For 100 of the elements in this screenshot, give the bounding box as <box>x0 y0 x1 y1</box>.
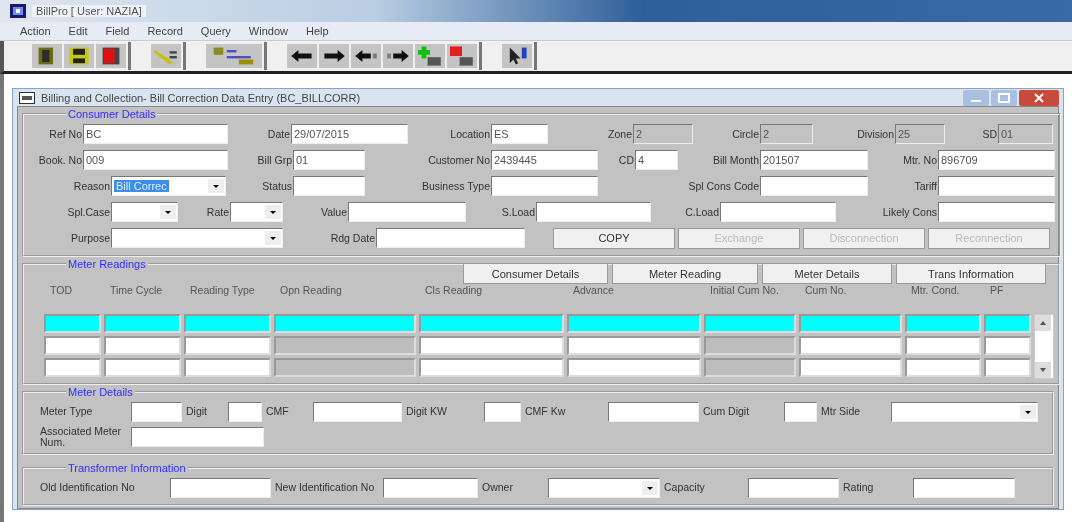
first-record-icon[interactable] <box>351 44 381 68</box>
section-button[interactable]: Meter Details <box>762 263 892 284</box>
input-field[interactable]: 01 <box>998 124 1053 144</box>
input-field[interactable]: 201507 <box>760 150 868 170</box>
list-icon[interactable] <box>206 44 262 68</box>
action-button[interactable]: COPY <box>553 227 675 249</box>
table-cell[interactable] <box>274 336 416 355</box>
input-field[interactable] <box>913 477 1015 498</box>
dropdown-field[interactable] <box>891 401 1038 422</box>
table-cell[interactable] <box>905 314 981 333</box>
input-field[interactable] <box>170 477 271 498</box>
input-field[interactable] <box>608 401 699 422</box>
section-button[interactable]: Meter Reading <box>612 263 758 284</box>
table-cell[interactable] <box>274 358 416 377</box>
menu-item[interactable]: Action <box>14 25 63 37</box>
input-field[interactable] <box>131 401 182 422</box>
stop-icon[interactable] <box>96 44 126 68</box>
delete-record-icon[interactable] <box>447 44 477 68</box>
table-cell[interactable] <box>984 314 1031 333</box>
input-field[interactable] <box>748 477 839 498</box>
input-field[interactable] <box>536 202 651 222</box>
input-field[interactable]: ES <box>491 124 548 144</box>
table-cell[interactable] <box>44 336 101 355</box>
table-cell[interactable] <box>44 358 101 377</box>
table-cell[interactable] <box>704 358 796 377</box>
input-field[interactable]: 01 <box>293 150 365 170</box>
input-field[interactable] <box>348 202 466 222</box>
arrow-right-icon[interactable] <box>319 44 349 68</box>
input-field[interactable] <box>938 176 1055 196</box>
input-field[interactable] <box>938 202 1055 222</box>
table-cell[interactable] <box>104 358 181 377</box>
dropdown-field[interactable] <box>111 202 178 222</box>
menu-item[interactable]: Record <box>141 25 195 37</box>
table-cell[interactable] <box>984 358 1031 377</box>
input-field[interactable]: 25 <box>895 124 945 144</box>
input-field[interactable] <box>131 426 264 447</box>
table-cell[interactable] <box>567 358 701 377</box>
input-field[interactable] <box>228 401 262 422</box>
input-field[interactable]: 896709 <box>938 150 1055 170</box>
input-field[interactable] <box>760 176 868 196</box>
table-cell[interactable] <box>104 336 181 355</box>
input-field[interactable] <box>720 202 836 222</box>
dropdown-field[interactable] <box>111 228 283 248</box>
table-cell[interactable] <box>799 336 902 355</box>
table-cell[interactable] <box>567 314 701 333</box>
table-cell[interactable] <box>799 358 902 377</box>
menu-item[interactable]: Edit <box>62 25 100 37</box>
table-cell[interactable] <box>905 358 981 377</box>
input-field[interactable]: 29/07/2015 <box>291 124 408 144</box>
input-field[interactable] <box>313 401 402 422</box>
table-cell[interactable] <box>704 336 796 355</box>
table-cell[interactable] <box>419 314 564 333</box>
input-field[interactable] <box>784 401 817 422</box>
field-label: Associated Meter Num. <box>39 425 123 448</box>
arrow-left-icon[interactable] <box>287 44 317 68</box>
caret-icon[interactable] <box>265 231 281 245</box>
table-cell[interactable] <box>704 314 796 333</box>
table-cell[interactable] <box>905 336 981 355</box>
caret-icon[interactable] <box>1020 404 1036 419</box>
pencil-icon[interactable] <box>151 44 181 68</box>
door-icon[interactable] <box>32 44 62 68</box>
add-record-icon[interactable] <box>415 44 445 68</box>
table-cell[interactable] <box>274 314 416 333</box>
table-cell[interactable] <box>184 358 271 377</box>
menu-item[interactable]: Query <box>194 25 243 37</box>
menu-item[interactable]: Window <box>242 25 300 37</box>
section-button[interactable]: Consumer Details <box>463 263 608 284</box>
menu-item[interactable]: Field <box>99 25 142 37</box>
input-field[interactable] <box>383 477 478 498</box>
input-field[interactable]: 2439445 <box>491 150 598 170</box>
scroll-bar[interactable] <box>1034 314 1054 379</box>
section-button[interactable]: Trans Information <box>896 263 1046 284</box>
table-cell[interactable] <box>419 358 564 377</box>
table-cell[interactable] <box>184 314 271 333</box>
table-cell[interactable] <box>984 336 1031 355</box>
table-cell[interactable] <box>567 336 701 355</box>
input-field[interactable]: 2 <box>760 124 813 144</box>
input-field[interactable] <box>293 176 365 196</box>
table-cell[interactable] <box>184 336 271 355</box>
caret-icon[interactable] <box>265 205 281 219</box>
caret-icon[interactable] <box>160 205 176 219</box>
table-cell[interactable] <box>104 314 181 333</box>
menu-item[interactable]: Help <box>299 25 341 37</box>
caret-icon[interactable] <box>208 179 224 193</box>
input-field[interactable] <box>376 228 525 248</box>
dropdown-field[interactable] <box>548 477 660 498</box>
input-field[interactable]: 4 <box>635 150 678 170</box>
input-field[interactable] <box>484 401 521 422</box>
last-record-icon[interactable] <box>383 44 413 68</box>
save-icon[interactable] <box>64 44 94 68</box>
table-cell[interactable] <box>44 314 101 333</box>
close-icon[interactable] <box>1019 89 1059 106</box>
table-cell[interactable] <box>799 314 902 333</box>
input-field[interactable]: BC <box>83 124 228 144</box>
input-field[interactable]: 2 <box>633 124 693 144</box>
caret-icon[interactable] <box>642 480 658 495</box>
table-cell[interactable] <box>419 336 564 355</box>
input-field[interactable]: 009 <box>83 150 228 170</box>
input-field[interactable] <box>491 176 598 196</box>
dropdown-field[interactable] <box>230 202 283 222</box>
